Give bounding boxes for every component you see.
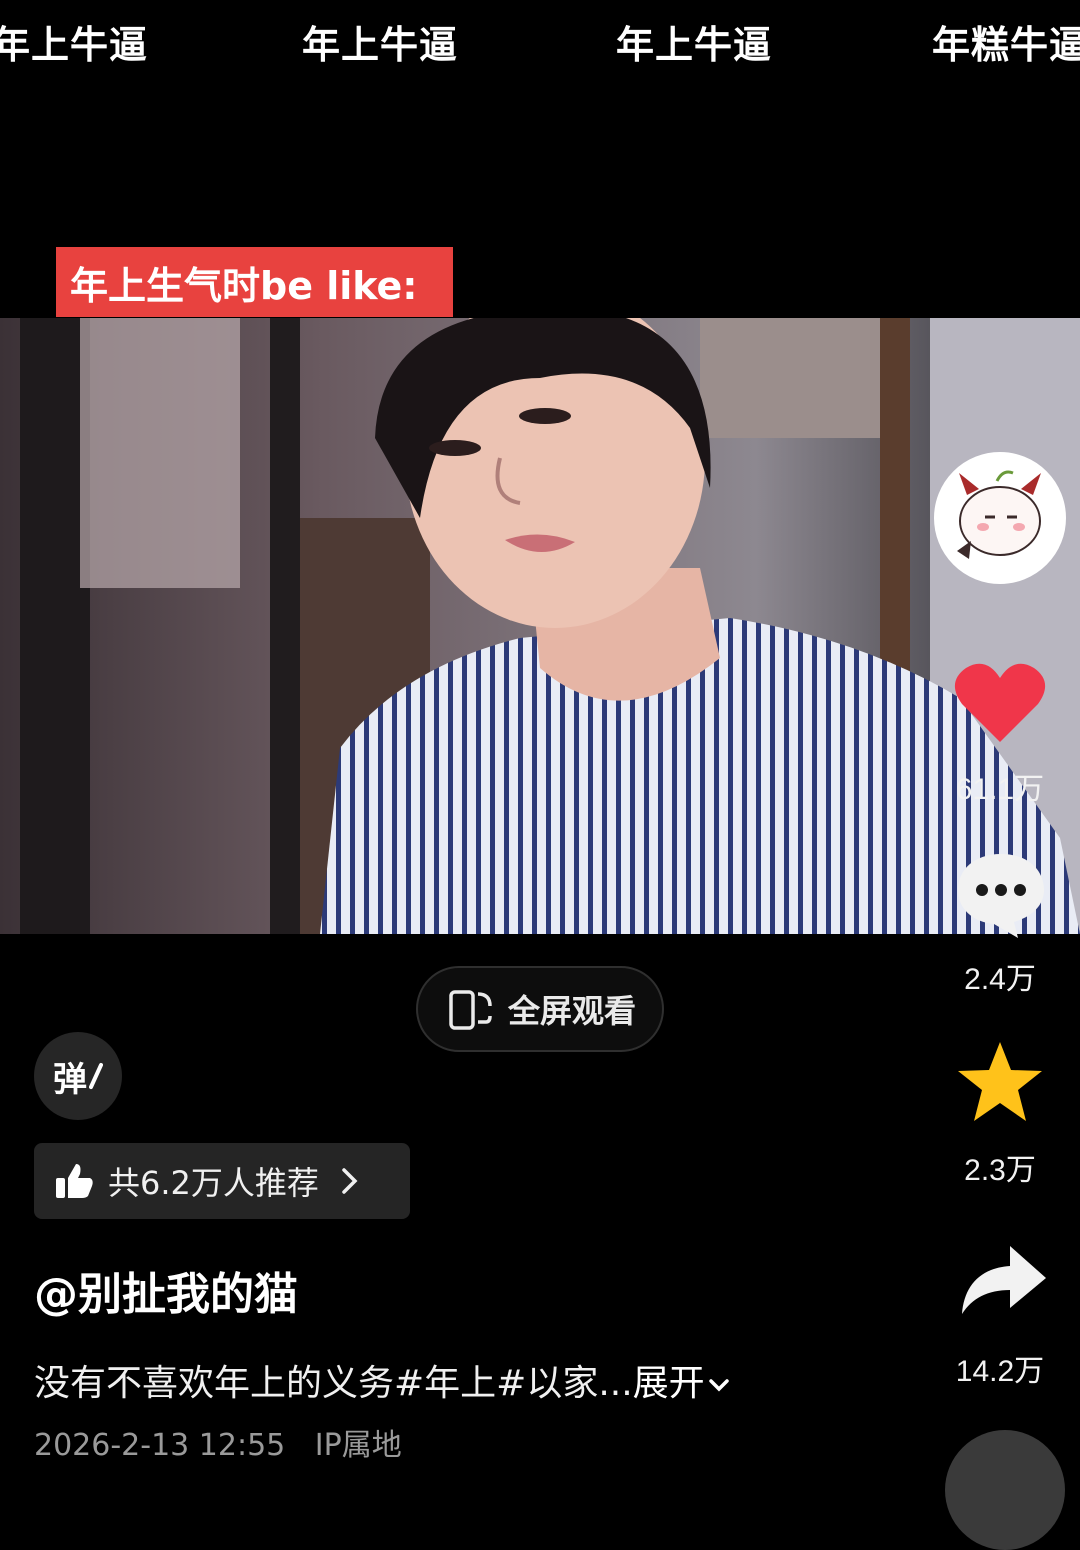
fullscreen-label: 全屏观看 (508, 992, 637, 1030)
author-avatar[interactable] (934, 452, 1066, 584)
avatar-image (937, 455, 1063, 581)
danmaku-comment: 年糕牛逼 (932, 23, 1080, 67)
favorite-count: 2.3万 (964, 1154, 1036, 1187)
comment-count: 2.4万 (964, 963, 1036, 996)
recommend-label: 共6.2万人推荐 (108, 1164, 319, 1202)
video-title-tag: 年上生气时be like: (56, 247, 453, 317)
description-text: 没有不喜欢年上的义务#年上#以家... (34, 1363, 633, 1404)
fullscreen-icon (449, 990, 492, 1030)
like-count: 61.1万 (955, 773, 1045, 806)
danmaku-toggle-label: 弹 (53, 1059, 87, 1100)
post-description: 没有不喜欢年上的义务#年上#以家...展开 (34, 1354, 731, 1406)
post-timestamp: 2026-2-13 12:55 (34, 1428, 286, 1463)
comment-icon (958, 854, 1044, 938)
expand-button[interactable]: 展开 (633, 1363, 731, 1404)
recommend-bar[interactable]: 共6.2万人推荐 (34, 1143, 410, 1219)
author-name[interactable]: @别扯我的猫 (34, 1258, 298, 1322)
share-icon (962, 1246, 1046, 1314)
post-meta: 2026-2-13 12:55 IP属地 (34, 1420, 402, 1464)
danmaku-toggle-button[interactable]: 弹 (34, 1032, 122, 1120)
video-frame-image (0, 318, 1080, 934)
heart-icon (954, 663, 1046, 742)
expand-label: 展开 (632, 1363, 705, 1404)
chevron-down-icon (708, 1379, 729, 1392)
ip-location-label: IP属地 (314, 1428, 402, 1463)
fullscreen-button[interactable]: 全屏观看 (416, 966, 664, 1052)
share-button[interactable] (958, 1244, 1048, 1316)
thumbs-up-icon (56, 1164, 93, 1198)
music-disc[interactable] (945, 1430, 1065, 1550)
star-icon (958, 1042, 1042, 1121)
pen-stroke-icon (89, 1063, 103, 1089)
danmaku-comment: 年上牛逼 (0, 23, 149, 67)
video-player[interactable] (0, 318, 1080, 934)
danmaku-comment: 年上牛逼 (616, 23, 773, 67)
share-count: 14.2万 (955, 1355, 1045, 1388)
comment-button[interactable] (954, 850, 1048, 940)
like-button[interactable] (952, 660, 1048, 746)
chevron-right-icon (342, 1168, 358, 1194)
danmaku-comment: 年上牛逼 (302, 23, 459, 67)
favorite-button[interactable] (956, 1040, 1044, 1124)
